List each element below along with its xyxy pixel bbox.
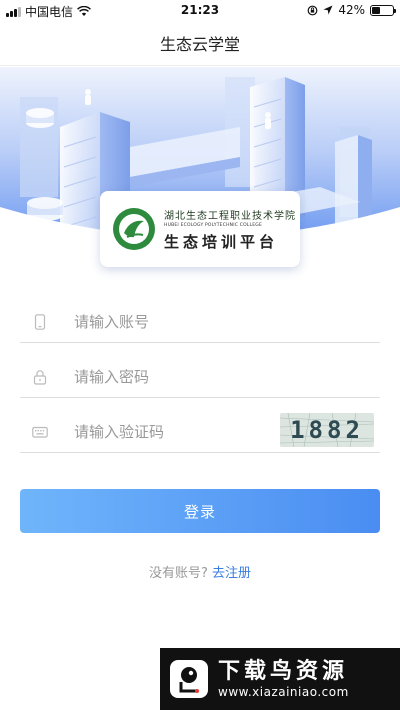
phone-icon xyxy=(34,313,46,330)
watermark-title: 下载鸟资源 xyxy=(218,659,349,684)
register-prompt: 没有账号? xyxy=(149,566,208,581)
keyboard-icon xyxy=(32,426,48,438)
watermark-url: www.xiazainiao.com xyxy=(218,685,349,699)
college-name-en: HUBEI ECOLOGY POLYTECHNIC COLLEGE xyxy=(164,222,262,228)
site-watermark: 下载鸟资源 www.xiazainiao.com xyxy=(160,648,400,710)
battery-percent: 42% xyxy=(338,3,365,17)
watermark-logo-icon xyxy=(170,660,208,698)
platform-subtitle: 生态培训平台 xyxy=(164,232,279,251)
password-field[interactable] xyxy=(20,356,380,398)
college-emblem-icon xyxy=(113,208,155,250)
watermark-text: 下载鸟资源 www.xiazainiao.com xyxy=(218,659,349,699)
college-name-cn: 湖北生态工程职业技术学院 xyxy=(164,210,296,222)
captcha-input[interactable] xyxy=(74,422,274,441)
captcha-image[interactable]: 1882 xyxy=(280,413,374,447)
register-row: 没有账号? 去注册 xyxy=(0,562,400,581)
college-logo-card: 湖北生态工程职业技术学院 HUBEI ECOLOGY POLYTECHNIC C… xyxy=(100,191,300,267)
battery-icon xyxy=(370,4,396,16)
logo-text: 湖北生态工程职业技术学院 HUBEI ECOLOGY POLYTECHNIC C… xyxy=(164,207,296,252)
account-field[interactable] xyxy=(20,301,380,343)
page-title: 生态云学堂 xyxy=(159,34,240,54)
register-link[interactable]: 去注册 xyxy=(212,566,251,581)
password-input[interactable] xyxy=(74,367,274,386)
status-right: 42% xyxy=(307,3,396,17)
orientation-lock-icon xyxy=(307,5,318,15)
location-icon xyxy=(323,5,333,15)
captcha-code: 1882 xyxy=(290,416,364,444)
status-bar: 中国电信 21:23 42% xyxy=(0,0,400,20)
login-button[interactable]: 登录 xyxy=(20,489,380,533)
captcha-field[interactable]: 1882 xyxy=(20,411,380,453)
nav-bar: 生态云学堂 xyxy=(0,20,400,66)
lock-icon xyxy=(33,369,47,385)
account-input[interactable] xyxy=(74,312,274,331)
